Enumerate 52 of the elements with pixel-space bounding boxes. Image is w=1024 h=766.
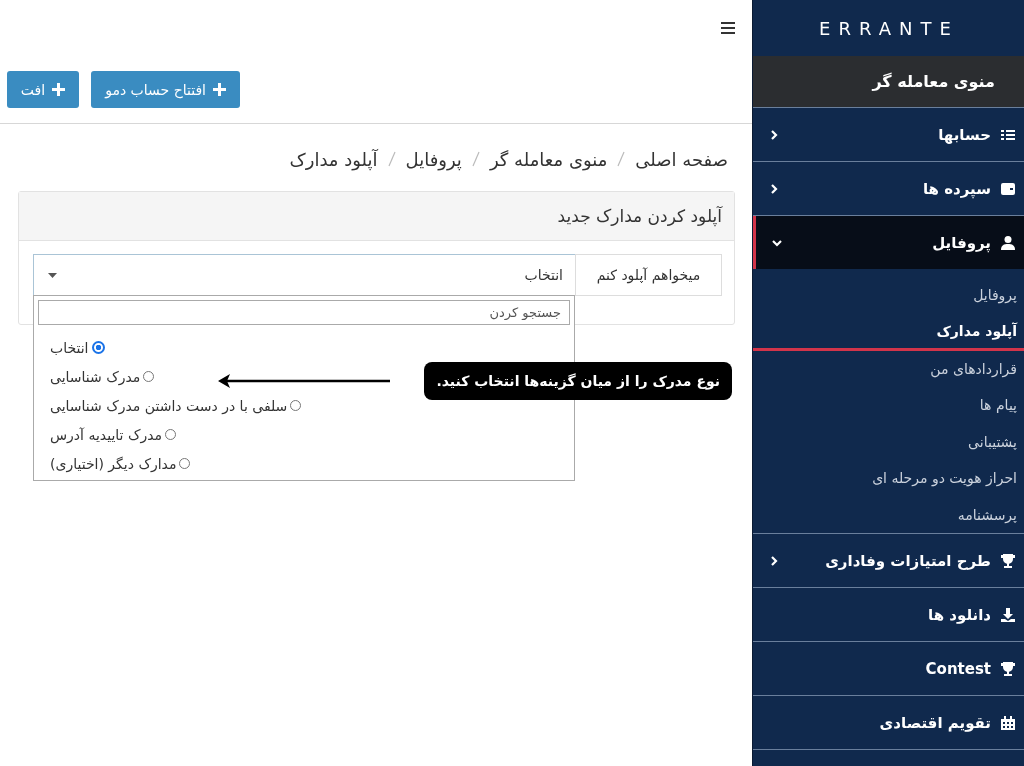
calendar-icon — [1000, 714, 1016, 731]
option-label[interactable]: سلفی با در دست داشتن مدرک شناسایی — [50, 397, 288, 414]
radio-button[interactable] — [290, 400, 302, 411]
radio-button[interactable] — [179, 458, 191, 469]
caret-icon — [48, 272, 57, 278]
option-label[interactable]: مدرک تاییدیه آدرس — [50, 426, 163, 443]
submenu-item[interactable]: آپلود مدارک — [753, 313, 1024, 351]
open-account-button[interactable]: افتتاح حساب دمو — [91, 71, 240, 108]
option-label[interactable]: مدارک دیگر (اختیاری) — [50, 455, 177, 472]
trophy-icon — [1000, 552, 1016, 569]
separator-icon — [471, 151, 480, 167]
callout-tooltip: نوع مدرک را از میان گزینه‌ها انتخاب کنید. — [424, 362, 732, 400]
trophy-icon — [1000, 660, 1016, 677]
sidebar-item[interactable]: حسابها — [753, 108, 1024, 162]
submenu-item[interactable]: پشتیبانی — [753, 423, 1024, 460]
radio-button[interactable] — [91, 341, 105, 354]
open-account-button[interactable]: افت — [6, 71, 80, 108]
breadcrumb-item[interactable]: پروفایل — [405, 148, 462, 170]
plus-icon — [213, 83, 226, 96]
plus-icon — [52, 83, 66, 96]
field-label: میخواهم آپلود کنم — [575, 254, 722, 296]
breadcrumb-item[interactable]: صفحه اصلی — [635, 148, 728, 170]
search-field[interactable]: جستجو کردن — [38, 300, 570, 325]
menu-icon[interactable] — [721, 22, 735, 34]
sidebar-item[interactable]: طرح امتیازات وفاداری — [753, 534, 1024, 588]
sidebar-item[interactable]: تقویم اقتصادی — [753, 696, 1024, 750]
brand-logo: ERRANTE — [818, 16, 960, 41]
wallet-icon — [1000, 180, 1016, 197]
option-label[interactable]: انتخاب — [50, 339, 89, 356]
chevron-icon — [769, 555, 779, 566]
user-icon — [1000, 234, 1016, 251]
card-title: آپلود کردن مدارک جدید — [557, 206, 722, 226]
option-label[interactable]: مدرک شناسایی — [50, 368, 141, 385]
submenu-item[interactable]: قراردادهای من — [753, 350, 1024, 387]
breadcrumb-item[interactable]: منوی معامله گر — [489, 148, 608, 170]
submenu-item[interactable]: پرسشنامه — [753, 496, 1024, 533]
submenu-item[interactable]: احراز هویت دو مرحله ای — [753, 460, 1024, 497]
chevron-icon — [772, 237, 782, 248]
submenu-item[interactable]: پروفایل — [753, 277, 1024, 314]
separator-icon — [617, 151, 626, 167]
sidebar-item[interactable]: پروفایل — [753, 216, 1024, 269]
sidebar-header: منوی معامله گر — [872, 72, 995, 91]
radio-button[interactable] — [165, 429, 177, 440]
breadcrumb-item: آپلود مدارک — [289, 148, 378, 170]
sidebar-item[interactable]: Contest — [753, 642, 1024, 696]
sidebar-item[interactable]: دانلود ها — [753, 588, 1024, 642]
chevron-icon — [769, 183, 779, 194]
separator-icon — [387, 151, 396, 167]
radio-button[interactable] — [143, 371, 155, 382]
chevron-icon — [769, 129, 779, 140]
download-icon — [1000, 606, 1016, 623]
submenu-item[interactable]: پیام ها — [753, 387, 1024, 424]
